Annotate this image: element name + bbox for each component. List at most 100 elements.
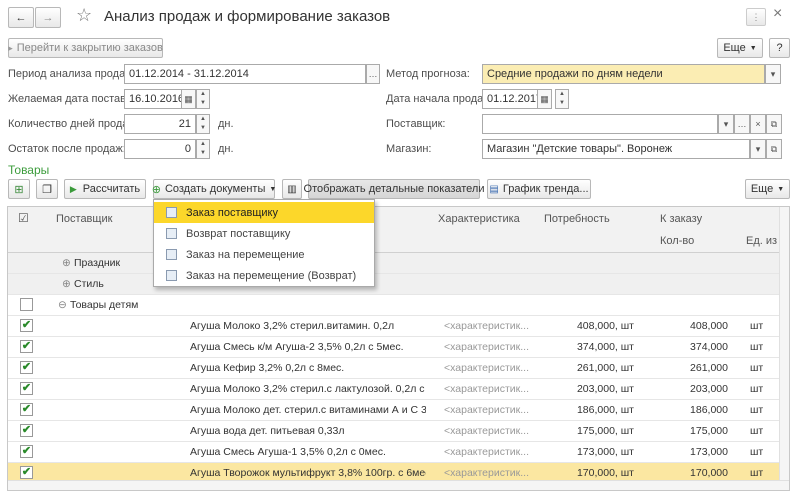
header-need[interactable]: Потребность (544, 213, 610, 225)
table-row[interactable]: ✔ Агуша вода дет. питьевая 0,33л <характер… (8, 421, 789, 442)
group-name: Праздник (74, 257, 121, 269)
more-button[interactable]: Еще ▼ (717, 38, 763, 58)
need-cell: 374,000, шт (576, 341, 634, 353)
help-icon: ? (776, 42, 783, 54)
unit-cell: шт (750, 425, 764, 437)
goods-section-title: Товары (8, 163, 50, 177)
calculate-button[interactable]: ▶ Рассчитать (64, 179, 146, 199)
calendar-icon[interactable]: ▦ (181, 89, 196, 109)
unit-cell: шт (750, 320, 764, 332)
supplier-dropdown-icon[interactable]: ▾ (718, 114, 734, 134)
row-checkbox[interactable]: ✔ (20, 403, 33, 416)
row-checkbox[interactable]: ✔ (20, 445, 33, 458)
window-menu-button[interactable]: ⋮ (746, 8, 766, 26)
delivery-date-input[interactable]: 16.10.2016 (124, 89, 182, 109)
store-link-icon[interactable]: ⧉ (766, 139, 782, 159)
store-label: Магазин: (386, 143, 432, 155)
days-stepper[interactable]: ▲ ▼ (196, 114, 210, 134)
days-input[interactable]: 21 (124, 114, 196, 134)
unit-cell: шт (750, 446, 764, 458)
method-select[interactable]: Средние продажи по дням недели (482, 64, 765, 84)
store-dropdown-icon[interactable]: ▾ (750, 139, 766, 159)
document-icon (166, 270, 177, 281)
supplier-input[interactable] (482, 114, 718, 134)
collapse-icon[interactable]: ⊖ (58, 299, 67, 311)
rest-input[interactable]: 0 (124, 139, 196, 159)
calendar-icon[interactable]: ▦ (537, 89, 552, 109)
need-cell: 408,000, шт (576, 320, 634, 332)
copy-button[interactable]: ❐ (36, 179, 58, 199)
row-checkbox[interactable]: ✔ (20, 382, 33, 395)
arrow-icon: ▸ (8, 42, 13, 53)
expand-icon[interactable]: ⊕ (62, 257, 71, 269)
check-column-icon[interactable]: ☑ (18, 211, 29, 225)
header-supplier[interactable]: Поставщик (56, 213, 112, 225)
header-qty[interactable]: Кол-во (660, 235, 694, 247)
table-row[interactable]: ✔ Агуша Молоко 3,2% стерил.с лактулозой. … (8, 379, 789, 400)
close-icon[interactable]: × (773, 5, 782, 23)
horizontal-scrollbar[interactable] (8, 480, 789, 490)
back-button[interactable]: ← (8, 7, 34, 28)
rest-stepper[interactable]: ▲ ▼ (196, 139, 210, 159)
period-label: Период анализа продаж: (8, 68, 136, 80)
row-checkbox[interactable]: ✔ (20, 361, 33, 374)
table-row[interactable]: ✔ Агуша Молоко дет. стерил.с витаминами А… (8, 400, 789, 421)
product-name: Агуша Молоко дет. стерил.с витаминами А … (190, 404, 426, 416)
group-row[interactable]: ⊕ Праздник (8, 253, 789, 274)
table-row[interactable]: ✔ Агуша Смесь к/м Агуша-2 3,5% 0,2л с 5ме… (8, 337, 789, 358)
supplier-link-icon[interactable]: ⧉ (766, 114, 782, 134)
period-input[interactable]: 01.12.2014 - 31.12.2014 (124, 64, 366, 84)
header-characteristic[interactable]: Характеристика (438, 213, 520, 225)
vertical-scrollbar[interactable] (779, 207, 789, 490)
start-date-input[interactable]: 01.12.2017 (482, 89, 538, 109)
goods-more-button[interactable]: Еще ▼ (745, 179, 790, 199)
supplier-clear-icon[interactable]: × (750, 114, 766, 134)
method-label: Метод прогноза: (386, 68, 470, 80)
product-name: Агуша Смесь к/м Агуша-2 3,5% 0,2л с 5мес… (190, 341, 404, 353)
unit-cell: шт (750, 341, 764, 353)
table-row[interactable]: ✔ Агуша Кефир 3,2% 0,2л с 8мес. <характери… (8, 358, 789, 379)
plus-circle-icon: ⊕ (151, 183, 161, 196)
document-icon (166, 249, 177, 260)
goto-closing-orders-button[interactable]: ▸ Перейти к закрытию заказов (8, 38, 163, 58)
delivery-date-stepper[interactable]: ▲ ▼ (196, 89, 210, 109)
forward-button[interactable]: → (35, 7, 61, 28)
menu-item-transfer-order[interactable]: Заказ на перемещение (154, 244, 374, 265)
pick-button[interactable]: ⊞ (8, 179, 30, 199)
expand-icon[interactable]: ⊕ (62, 278, 71, 290)
menu-item-supplier-order[interactable]: Заказ поставщику (154, 202, 374, 223)
help-button[interactable]: ? (769, 38, 790, 58)
header-to-order[interactable]: К заказу (660, 213, 702, 225)
row-checkbox[interactable] (20, 298, 33, 311)
table-row[interactable]: ✔ Агуша Молоко 3,2% стерил.витамин. 0,2л <… (8, 316, 789, 337)
show-details-button[interactable]: Отображать детальные показатели (304, 179, 484, 199)
start-date-stepper[interactable]: ▲ ▼ (555, 89, 569, 109)
supplier-open-icon[interactable]: … (734, 114, 750, 134)
row-checkbox[interactable]: ✔ (20, 340, 33, 353)
create-documents-menu: Заказ поставщику Возврат поставщику Зака… (153, 199, 375, 287)
qty-cell: 175,000 (690, 425, 728, 437)
row-checkbox[interactable]: ✔ (20, 319, 33, 332)
table-row[interactable]: ✔ Агуша Смесь Агуша-1 3,5% 0,2л с 0мес. <х… (8, 442, 789, 463)
group-row[interactable]: ⊖ Товары детям (8, 295, 789, 316)
menu-item-supplier-return[interactable]: Возврат поставщику (154, 223, 374, 244)
favorite-star-icon[interactable]: ☆ (76, 5, 92, 26)
table-header: ☑ Поставщик Характеристика Потребность К… (8, 207, 789, 253)
unit-cell: шт (750, 404, 764, 416)
row-checkbox[interactable]: ✔ (20, 466, 33, 479)
group-row[interactable]: ⊕ Стиль (8, 274, 789, 295)
characteristic-cell: <характеристик... (444, 320, 529, 332)
trend-chart-button[interactable]: ▤ График тренда... (487, 179, 591, 199)
store-input[interactable]: Магазин "Детские товары". Воронеж (482, 139, 750, 159)
header-unit[interactable]: Ед. из (746, 235, 777, 247)
product-name: Агуша вода дет. питьевая 0,33л (190, 425, 345, 437)
goto-closing-orders-label: Перейти к закрытию заказов (16, 42, 163, 54)
create-documents-button[interactable]: ⊕ Создать документы ▼ (151, 179, 276, 199)
period-select-button[interactable]: … (366, 64, 380, 84)
row-checkbox[interactable]: ✔ (20, 424, 33, 437)
unit-cell: шт (750, 467, 764, 479)
menu-item-transfer-return[interactable]: Заказ на перемещение (Возврат) (154, 265, 374, 286)
method-dropdown-icon[interactable]: ▾ (765, 64, 781, 84)
goods-table[interactable]: ☑ Поставщик Характеристика Потребность К… (7, 206, 790, 491)
settings-button[interactable]: ▥ (282, 179, 302, 199)
